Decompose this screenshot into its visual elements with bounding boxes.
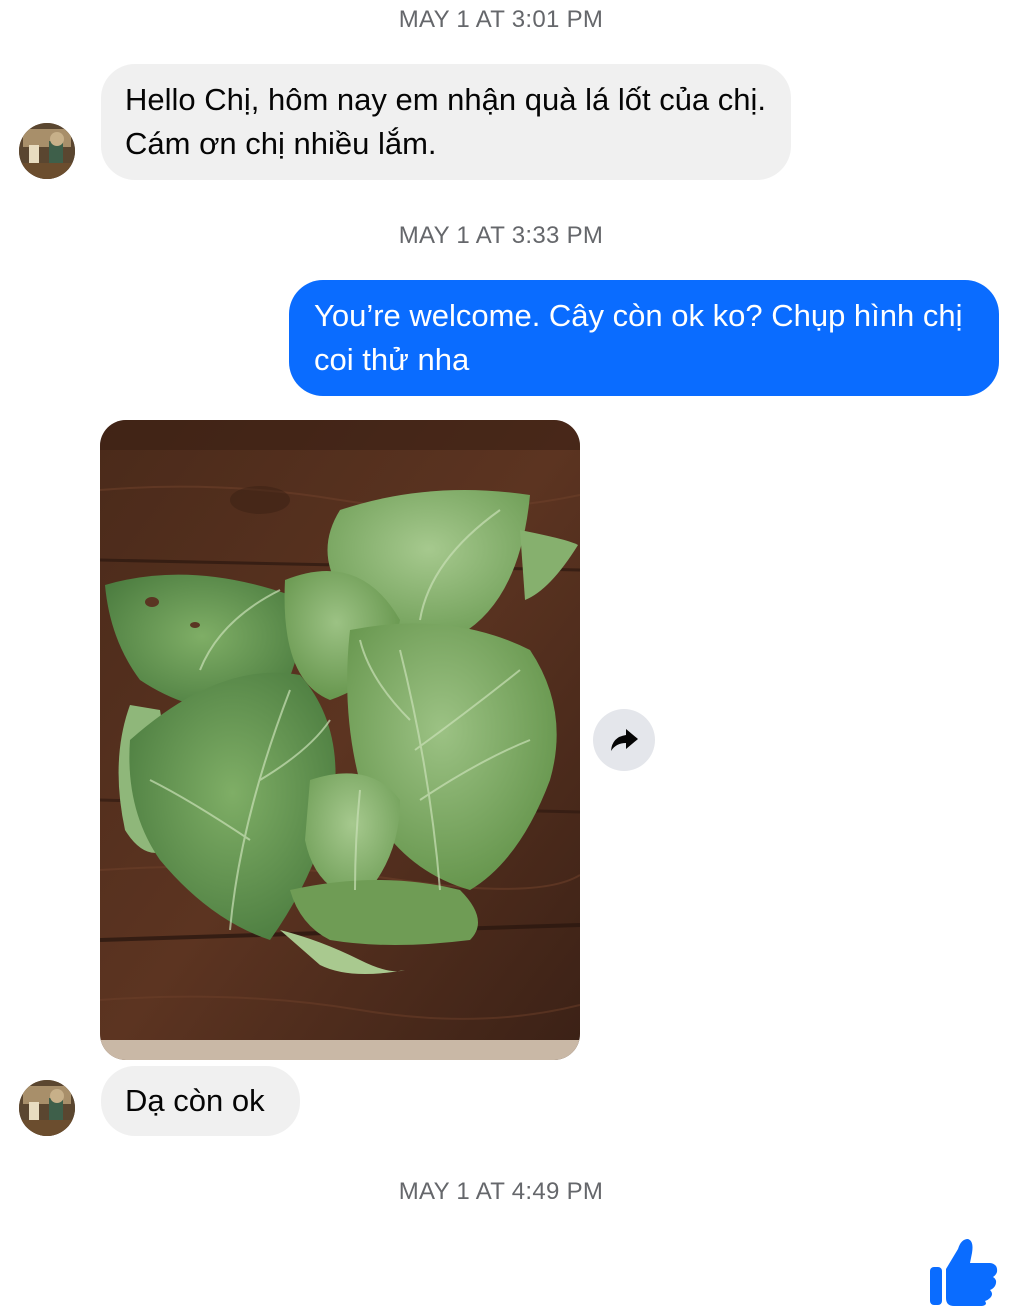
message-photo-betel-leaves[interactable] xyxy=(100,420,580,1060)
thumbs-up-icon xyxy=(930,1239,998,1306)
share-forward-icon xyxy=(611,729,638,751)
timestamp: MAY 1 AT 3:33 PM xyxy=(398,222,604,249)
share-button[interactable] xyxy=(593,709,655,771)
contact-avatar[interactable] xyxy=(19,123,75,179)
message-bubble-incoming[interactable]: Dạ còn ok xyxy=(101,1066,300,1136)
timestamp: MAY 1 AT 3:01 PM xyxy=(398,6,604,33)
message-bubble-outgoing[interactable]: You’re welcome. Cây còn ok ko? Chụp hình… xyxy=(289,280,999,396)
timestamp: MAY 1 AT 4:49 PM xyxy=(398,1178,604,1205)
contact-avatar[interactable] xyxy=(19,1080,75,1136)
message-bubble-incoming[interactable]: Hello Chị, hôm nay em nhận quà lá lốt củ… xyxy=(101,64,791,180)
like-button[interactable] xyxy=(928,1235,1000,1307)
